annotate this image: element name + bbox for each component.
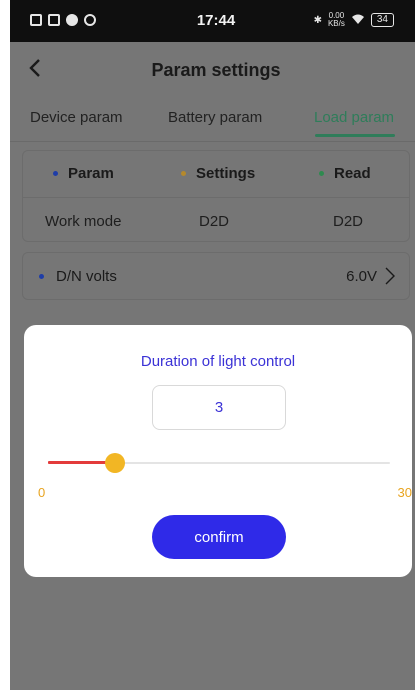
dn-volts-row[interactable]: D/N volts 6.0V (22, 252, 410, 300)
duration-slider[interactable] (48, 453, 390, 473)
slider-max-label: 30 (397, 485, 412, 500)
cell-settings-value: D2D (199, 213, 230, 230)
param-table: Param Settings Read Work mode D2D D2D (22, 150, 410, 242)
page-title: Param settings (151, 60, 281, 80)
dn-volts-label: D/N volts (56, 268, 117, 285)
header-settings-label: Settings (196, 165, 256, 182)
battery-icon: 34 (370, 13, 394, 27)
dn-volts-value: 6.0V (346, 268, 377, 285)
header-settings: Settings (181, 165, 255, 182)
status-bar: 17:44 ✱ 0.00 KB/s 34 (10, 0, 415, 42)
table-divider (23, 197, 409, 198)
dn-volts-label-group: D/N volts (39, 268, 117, 285)
status-right-icons: ✱ 0.00 KB/s 34 (314, 12, 394, 28)
wifi-icon (351, 13, 365, 28)
dn-dot-icon (39, 274, 44, 279)
network-speed: 0.00 KB/s (328, 12, 345, 28)
bluetooth-icon: ✱ (313, 14, 322, 26)
light-duration-dialog: Duration of light control 0 30 confirm (24, 325, 412, 577)
settings-dot-icon (181, 171, 186, 176)
slider-thumb[interactable] (104, 453, 125, 473)
tab-load-param[interactable]: Load param (314, 109, 394, 126)
header-read: Read (319, 165, 371, 182)
cell-work-mode: Work mode (45, 213, 122, 230)
read-dot-icon (319, 171, 324, 176)
header-param-label: Param (68, 165, 114, 182)
confirm-button[interactable]: confirm (152, 515, 286, 559)
dialog-title: Duration of light control (140, 353, 296, 370)
tab-bar: Device param Battery param Load param (10, 96, 415, 142)
active-tab-indicator (315, 134, 395, 137)
tab-device-param[interactable]: Device param (30, 109, 123, 126)
app-screen: 17:44 ✱ 0.00 KB/s 34 Param settings Devi… (10, 0, 415, 690)
tab-battery-param[interactable]: Battery param (168, 109, 262, 126)
header-param: Param (53, 165, 114, 182)
param-dot-icon (53, 171, 58, 176)
duration-input[interactable] (152, 385, 286, 430)
speed-unit: KB/s (327, 19, 345, 28)
cell-read-value: D2D (333, 213, 364, 230)
header-read-label: Read (334, 165, 371, 182)
slider-min-label: 0 (38, 485, 46, 500)
app-bar: Param settings (10, 42, 415, 96)
chevron-right-icon (383, 265, 397, 287)
